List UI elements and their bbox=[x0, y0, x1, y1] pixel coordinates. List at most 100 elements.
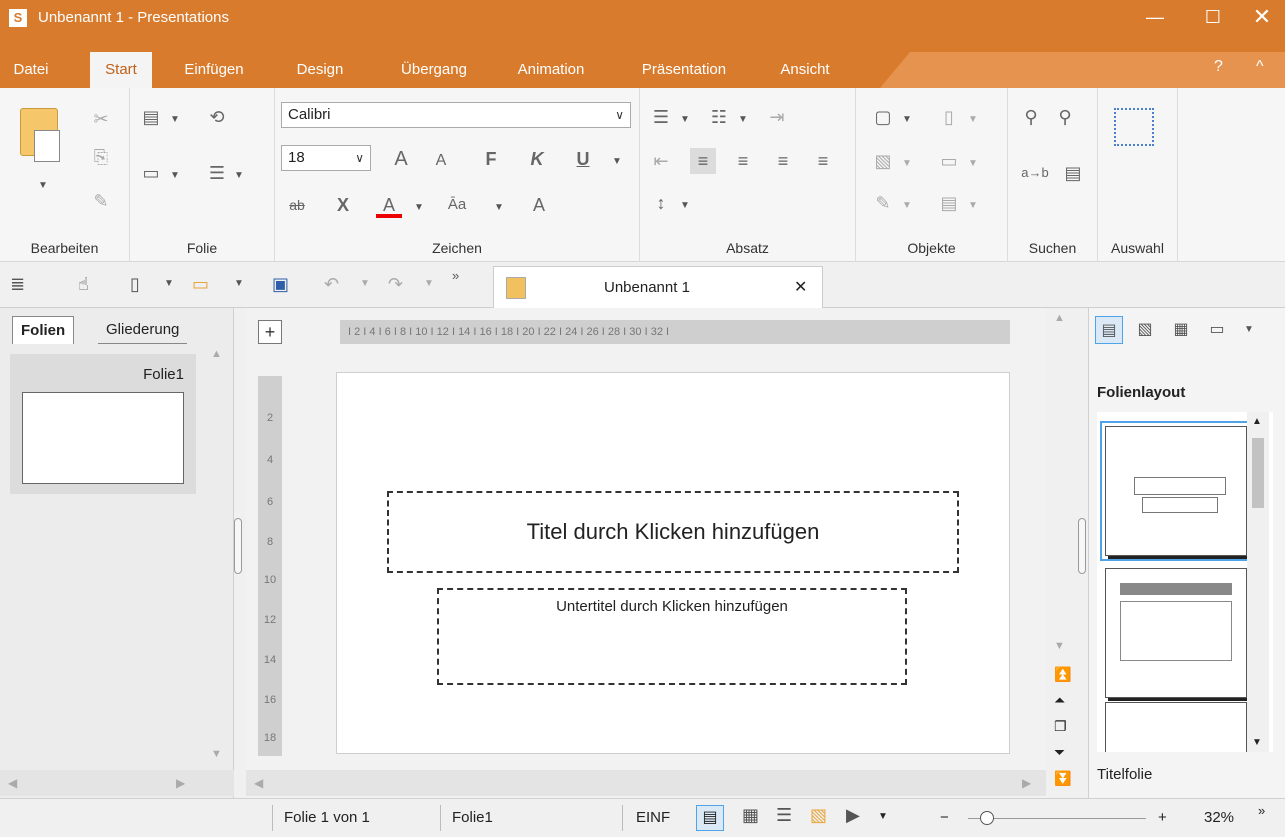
zoom-in-button[interactable]: + bbox=[1158, 809, 1167, 826]
document-tab-close-icon[interactable]: ✕ bbox=[794, 277, 807, 297]
slide-thumbnail-item[interactable]: Folie1 bbox=[10, 354, 196, 494]
insert-frame-icon[interactable]: ▢ bbox=[870, 104, 896, 130]
font-size-select[interactable]: 18 ∨ bbox=[281, 145, 371, 171]
sidebar-dropdown-icon[interactable]: ▼ bbox=[1235, 316, 1263, 344]
outdent-icon[interactable]: ⇤ bbox=[648, 148, 674, 174]
tab-design[interactable]: Design bbox=[282, 52, 358, 88]
maximize-button[interactable]: ☐ bbox=[1190, 0, 1236, 34]
collapse-ribbon-button[interactable]: ^ bbox=[1256, 58, 1264, 76]
justify-icon[interactable]: ≡ bbox=[810, 148, 836, 174]
fill-color-icon[interactable]: ▧ bbox=[870, 148, 896, 174]
frame-dropdown-icon[interactable]: ▼ bbox=[902, 114, 912, 125]
redo-icon[interactable]: ↷ bbox=[388, 274, 403, 295]
layout-icon[interactable]: ▭ bbox=[138, 160, 164, 186]
next-slide-icon[interactable]: ⏷ bbox=[1054, 744, 1065, 761]
outline-view-icon[interactable]: ☰ bbox=[776, 805, 792, 826]
bold-button[interactable]: F bbox=[478, 146, 504, 172]
line-dropdown-icon[interactable]: ▼ bbox=[968, 158, 978, 169]
save-icon[interactable]: ▣ bbox=[272, 274, 289, 295]
align-center-icon[interactable]: ≡ bbox=[730, 148, 756, 174]
subtitle-placeholder[interactable]: Untertitel durch Klicken hinzufügen bbox=[437, 588, 907, 685]
scroll-right-icon[interactable]: ▶ bbox=[176, 776, 185, 790]
underline-button[interactable]: U bbox=[570, 146, 596, 172]
character-style-icon[interactable]: A bbox=[526, 192, 552, 218]
tab-folien[interactable]: Folien bbox=[12, 316, 75, 344]
new-slide-icon[interactable]: ▤ bbox=[138, 104, 164, 130]
layout-dropdown-icon[interactable]: ▼ bbox=[170, 170, 180, 181]
indent-icon[interactable]: ⇥ bbox=[764, 104, 790, 130]
zoom-out-button[interactable]: − bbox=[940, 809, 949, 826]
italic-button[interactable]: K bbox=[524, 146, 550, 172]
left-splitter-handle[interactable] bbox=[234, 518, 242, 574]
more-status-button[interactable]: » bbox=[1258, 803, 1265, 818]
arrange-icon[interactable]: ▯ bbox=[936, 104, 962, 130]
touch-mode-icon[interactable]: ☝ bbox=[78, 274, 89, 295]
slide-overview-icon[interactable]: ❐ bbox=[1054, 718, 1067, 735]
replace-button[interactable]: a→b bbox=[1018, 160, 1052, 186]
align-left-icon[interactable]: ≡ bbox=[690, 148, 716, 174]
numbered-list-icon[interactable]: ☷ bbox=[706, 104, 732, 130]
font-color-dropdown-icon[interactable]: ▼ bbox=[414, 202, 424, 213]
section-dropdown-icon[interactable]: ▼ bbox=[234, 170, 244, 181]
undo-dropdown-icon[interactable]: ▼ bbox=[360, 278, 370, 289]
scroll-right-icon[interactable]: ▶ bbox=[1022, 776, 1031, 790]
line-style-icon[interactable]: ▭ bbox=[936, 148, 962, 174]
clear-format-button[interactable]: X bbox=[330, 192, 356, 218]
fill-dropdown-icon[interactable]: ▼ bbox=[902, 158, 912, 169]
slides-vertical-scrollbar[interactable]: ▲ ▼ bbox=[207, 344, 227, 764]
section-icon[interactable]: ☰ bbox=[204, 160, 230, 186]
design-tab-icon[interactable]: ▧ bbox=[1131, 316, 1159, 344]
tab-uebergang[interactable]: Übergang bbox=[374, 52, 494, 88]
shrink-font-button[interactable]: A bbox=[428, 148, 454, 174]
layout-scrollbar[interactable]: ▲ ▼ bbox=[1247, 412, 1269, 752]
master-icon[interactable]: ▭ bbox=[1203, 316, 1231, 344]
slides-horizontal-scrollbar[interactable]: ◀ ▶ bbox=[0, 770, 234, 796]
goto-icon[interactable]: ▤ bbox=[1060, 160, 1086, 186]
document-tab[interactable]: Unbenannt 1 ✕ bbox=[493, 266, 823, 308]
insert-mode[interactable]: EINF bbox=[636, 809, 670, 826]
tab-animation[interactable]: Animation bbox=[496, 52, 606, 88]
scroll-left-icon[interactable]: ◀ bbox=[8, 776, 17, 790]
tab-start[interactable]: Start bbox=[90, 52, 152, 88]
tab-praesentation[interactable]: Präsentation bbox=[618, 52, 750, 88]
scroll-up-icon[interactable]: ▲ bbox=[1252, 416, 1262, 427]
tab-gliederung[interactable]: Gliederung bbox=[98, 316, 188, 344]
grow-font-button[interactable]: A bbox=[388, 146, 414, 172]
slide-thumbnail[interactable] bbox=[22, 392, 184, 484]
first-slide-icon[interactable]: ⏫ bbox=[1054, 666, 1071, 683]
scroll-thumb[interactable] bbox=[1252, 438, 1264, 508]
change-case-dropdown-icon[interactable]: ▼ bbox=[494, 202, 504, 213]
scroll-down-icon[interactable]: ▼ bbox=[1252, 737, 1262, 748]
open-folder-icon[interactable]: ▭ bbox=[192, 274, 209, 295]
new-document-icon[interactable]: ▯ bbox=[130, 274, 140, 295]
scroll-up-icon[interactable]: ▲ bbox=[1054, 312, 1065, 324]
zoom-slider[interactable] bbox=[968, 818, 1146, 819]
font-color-button[interactable]: A bbox=[376, 192, 402, 218]
line-color-dropdown-icon[interactable]: ▼ bbox=[902, 200, 912, 211]
slide-sorter-icon[interactable]: ▦ bbox=[742, 805, 759, 826]
numbered-dropdown-icon[interactable]: ▼ bbox=[738, 114, 748, 125]
tab-ansicht[interactable]: Ansicht bbox=[760, 52, 850, 88]
zoom-level[interactable]: 32% bbox=[1204, 809, 1234, 826]
slideshow-dropdown-icon[interactable]: ▼ bbox=[878, 811, 888, 822]
search-icon[interactable]: ⚲ bbox=[1018, 104, 1044, 130]
help-button[interactable]: ? bbox=[1214, 58, 1223, 76]
close-button[interactable]: ✕ bbox=[1239, 0, 1285, 34]
scroll-up-icon[interactable]: ▲ bbox=[211, 348, 222, 360]
menu-icon[interactable]: ≣ bbox=[10, 274, 25, 295]
bullet-list-icon[interactable]: ☰ bbox=[648, 104, 674, 130]
properties-dropdown-icon[interactable]: ▼ bbox=[968, 200, 978, 211]
title-placeholder[interactable]: Titel durch Klicken hinzufügen bbox=[387, 491, 959, 573]
line-color-icon[interactable]: ✎ bbox=[870, 190, 896, 216]
tab-datei[interactable]: Datei bbox=[8, 52, 54, 88]
open-dropdown-icon[interactable]: ▼ bbox=[234, 278, 244, 289]
layout-title-content[interactable] bbox=[1105, 568, 1247, 698]
new-dropdown-icon[interactable]: ▼ bbox=[164, 278, 174, 289]
slide-canvas[interactable]: Titel durch Klicken hinzufügen Untertite… bbox=[336, 372, 1010, 754]
layout-title-slide[interactable] bbox=[1100, 421, 1252, 561]
object-properties-icon[interactable]: ▤ bbox=[936, 190, 962, 216]
right-splitter-handle[interactable] bbox=[1078, 518, 1086, 574]
arrange-dropdown-icon[interactable]: ▼ bbox=[968, 114, 978, 125]
underline-dropdown-icon[interactable]: ▼ bbox=[612, 156, 622, 167]
strikethrough-button[interactable]: ab bbox=[284, 192, 310, 218]
